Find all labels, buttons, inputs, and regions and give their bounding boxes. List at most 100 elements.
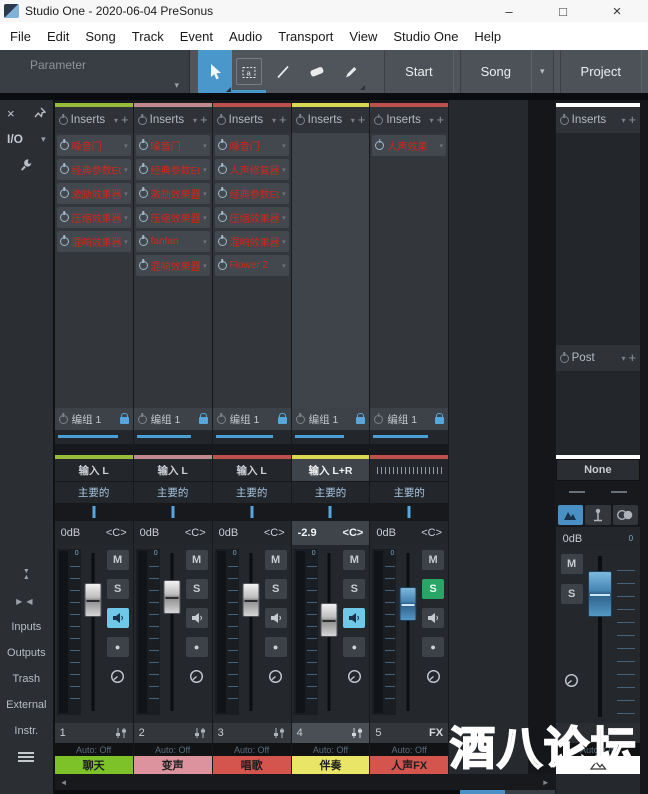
volume-fader[interactable] [318,551,342,713]
record-button[interactable]: ● [107,637,129,657]
send-level-slider[interactable] [134,430,212,444]
inserts-list[interactable]: 噪音门▾ 经典参数EQ(C)▾ 激励效果器▾ 压缩效果器▾ 混响效果器▾ [55,133,133,408]
menu-edit[interactable]: Edit [39,29,77,44]
fader-handle[interactable] [588,571,612,617]
monitor-button[interactable] [186,608,208,628]
range-tool[interactable]: a [232,50,266,93]
menu-track[interactable]: Track [124,29,172,44]
solo-button[interactable]: S [343,579,365,599]
collapse-toggle[interactable]: ▼ ▲ [0,562,53,588]
mute-button[interactable]: M [107,550,129,570]
post-header[interactable]: Post ▾ + [556,345,640,371]
project-page-button[interactable]: Project [560,50,642,93]
send-slot[interactable]: 编组 1 [213,408,291,430]
add-insert-button[interactable]: + [358,115,366,125]
pin-icon[interactable] [34,107,46,119]
pan-value[interactable]: <C> [185,527,206,539]
insert-slot[interactable]: Flower 2▾ [215,255,289,276]
chevron-down-icon[interactable]: ▾ [124,142,128,150]
gain-knob[interactable] [186,666,208,686]
volume-value[interactable]: 0dB [61,527,81,539]
pan-value[interactable]: <C> [264,527,285,539]
start-page-button[interactable]: Start [384,50,453,93]
automation-mode[interactable]: Auto: Off [134,743,212,756]
sidebar-item-trash[interactable]: Trash [0,666,53,692]
gain-knob[interactable] [422,666,444,686]
send-slot[interactable]: 编组 1 [370,408,448,430]
insert-slot[interactable]: 激励效果器▾ [57,183,131,204]
insert-slot[interactable]: 经典参数EQ(D)▾ [215,183,289,204]
fader-handle[interactable] [163,580,180,614]
master-volume-fader[interactable] [585,554,615,719]
menu-file[interactable]: File [2,29,39,44]
close-button[interactable]: × [590,3,644,20]
insert-slot[interactable]: 压缩效果器▾ [57,207,131,228]
post-list[interactable] [556,371,640,455]
output-select[interactable]: 主要的 [134,481,212,503]
output-select[interactable]: 主要的 [370,481,448,503]
insert-slot[interactable]: 混响效果器▾ [215,231,289,252]
insert-slot[interactable]: 压缩效果器▾ [215,207,289,228]
channel-name[interactable]: 聊天 [55,756,133,774]
mute-button[interactable]: M [265,550,287,570]
add-post-button[interactable]: + [628,353,636,363]
power-icon[interactable] [60,165,69,174]
sidebar-item-external[interactable]: External [0,692,53,718]
insert-slot[interactable]: 噪音门▾ [136,135,210,156]
sidebar-item-inputs[interactable]: Inputs [0,614,53,640]
chevron-down-icon[interactable]: ▾ [429,116,433,125]
menu-audio[interactable]: Audio [221,29,270,44]
power-icon[interactable] [60,237,69,246]
menu-event[interactable]: Event [172,29,221,44]
input-select[interactable]: 输入 L+R [292,459,370,481]
power-icon[interactable] [138,116,147,125]
volume-value[interactable]: 0dB [376,527,396,539]
insert-slot[interactable]: 压缩效果器▾ [136,207,210,228]
sidebar-item-outputs[interactable]: Outputs [0,640,53,666]
setup-button[interactable] [0,152,53,178]
song-page-button[interactable]: Song [460,50,532,93]
volume-fader[interactable] [81,551,105,713]
pan-value[interactable]: <C> [421,527,442,539]
inserts-list[interactable]: 噪音门▾ 经典参数EQ(B)▾ 激励效果器▾ 压缩效果器▾ fanfan▾ 混响… [134,133,212,408]
mute-button[interactable]: M [186,550,208,570]
volume-value[interactable]: 0dB [140,527,160,539]
minimize-button[interactable]: – [482,4,536,19]
menu-view[interactable]: View [341,29,385,44]
banks-button[interactable] [0,744,53,770]
fader-handle[interactable] [84,583,101,617]
pan-slider[interactable] [370,503,448,521]
lock-icon[interactable] [435,417,444,424]
monitor-button[interactable] [422,608,444,628]
channel-name[interactable]: 人声FX [370,756,448,774]
channel-number-row[interactable]: 5 FX [370,723,448,743]
inserts-header[interactable]: Inserts ▾ + [55,107,133,133]
gain-knob[interactable] [343,666,365,686]
scroll-left-icon[interactable]: ◄ [60,778,68,787]
channel-number-row[interactable]: 4 [292,723,370,743]
channel-number-row[interactable]: 3 [213,723,291,743]
channel-editor-icon[interactable] [114,727,128,739]
input-select[interactable] [370,459,448,481]
monitor-button[interactable] [343,608,365,628]
automation-mode[interactable]: Auto: Off [213,743,291,756]
insert-slot[interactable]: 激励效果器▾ [136,183,210,204]
menu-transport[interactable]: Transport [270,29,341,44]
master-volume-value[interactable]: 0dB [563,533,583,545]
output-select[interactable]: 主要的 [55,481,133,503]
chevron-down-icon[interactable]: ▾ [193,116,197,125]
channel-number-row[interactable]: 2 [134,723,212,743]
power-icon[interactable] [59,415,68,424]
gain-knob[interactable] [265,666,287,686]
add-insert-button[interactable]: + [200,115,208,125]
solo-button[interactable]: S [422,579,444,599]
io-selector[interactable]: I/O ▾ [0,126,53,152]
horizontal-scrollbar[interactable]: ◄ ► [55,774,555,790]
pan-value[interactable]: <C> [106,527,127,539]
menu-help[interactable]: Help [466,29,509,44]
fader-handle[interactable] [400,587,417,621]
send-level-slider[interactable] [213,430,291,444]
volume-fader[interactable] [160,551,184,713]
insert-slot[interactable]: 人声效果▾ [372,135,446,156]
send-slot[interactable]: 编组 1 [134,408,212,430]
